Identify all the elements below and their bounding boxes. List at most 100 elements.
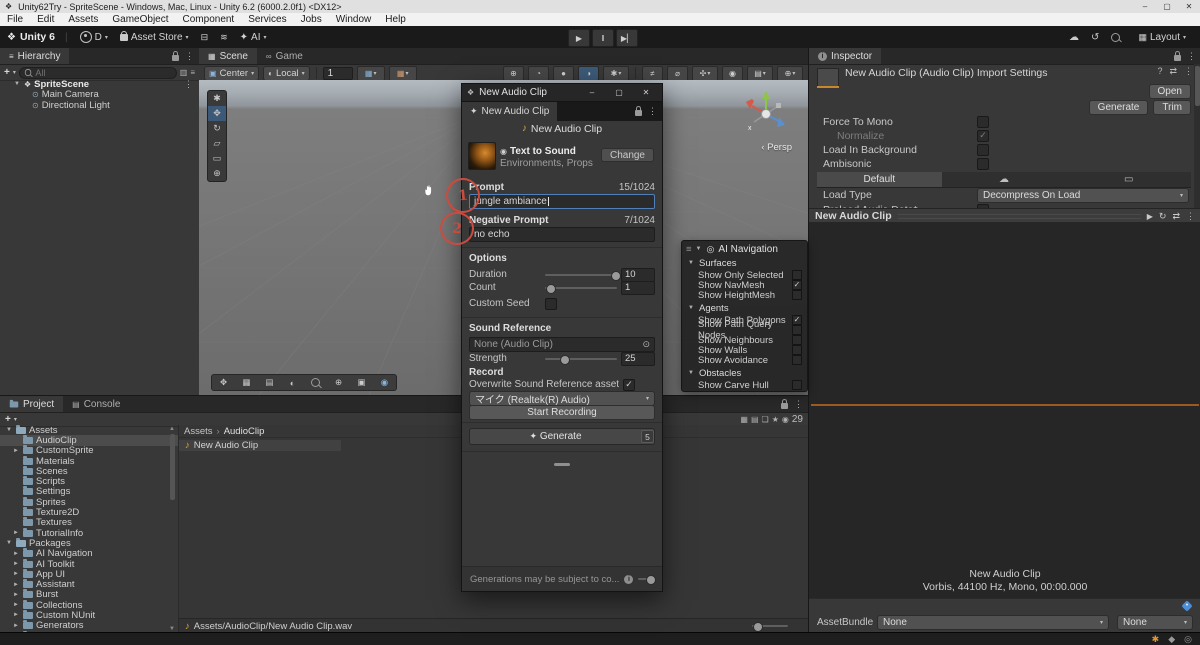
- tree-row-texture2d[interactable]: Texture2D: [0, 507, 178, 518]
- inspector-scrollbar[interactable]: [1194, 64, 1200, 208]
- minimize-button[interactable]: –: [1134, 2, 1156, 11]
- checkbox[interactable]: [792, 345, 802, 355]
- slider-knob[interactable]: [545, 283, 556, 294]
- slider-knob[interactable]: [646, 575, 656, 585]
- tree-row-customsprite[interactable]: ► CustomSprite: [0, 445, 178, 456]
- overlay-camera-icon[interactable]: ▣: [351, 376, 372, 389]
- tab-inspector[interactable]: i Inspector: [809, 48, 882, 64]
- chevron-down-icon[interactable]: ▾: [13, 69, 16, 76]
- kebab-menu-icon[interactable]: ⋮: [185, 51, 194, 62]
- tab-console[interactable]: ▤ Console: [63, 396, 129, 412]
- label-icon[interactable]: ❏: [762, 415, 769, 424]
- tree-row-tutorialinfo[interactable]: ► TutorialInfo: [0, 527, 178, 539]
- breadcrumb-current[interactable]: AudioClip: [224, 426, 265, 437]
- drag-handle[interactable]: [897, 213, 1141, 219]
- section-arrow-icon[interactable]: ▼: [688, 370, 695, 376]
- search-by-type-icon[interactable]: ▥: [180, 68, 188, 77]
- scene-effects-icon[interactable]: ✱ ▾: [603, 65, 629, 81]
- preview-play-icon[interactable]: ▶: [1147, 212, 1153, 221]
- expand-arrow-icon[interactable]: ►: [13, 612, 20, 618]
- play-button[interactable]: ▶: [568, 29, 590, 47]
- move-tool[interactable]: ✥: [208, 106, 226, 121]
- prompt-input[interactable]: jungle ambiance: [469, 194, 655, 209]
- trim-button[interactable]: Trim: [1153, 100, 1191, 115]
- step-button[interactable]: ▶▏: [616, 29, 638, 47]
- search-icon[interactable]: [1111, 32, 1121, 42]
- start-recording-button[interactable]: Start Recording: [469, 405, 655, 420]
- checkbox[interactable]: [977, 158, 989, 170]
- kebab-menu-icon[interactable]: ⋮: [1186, 211, 1195, 222]
- scale-tool[interactable]: ▱: [208, 136, 226, 151]
- expand-arrow-icon[interactable]: ►: [13, 582, 20, 588]
- close-button[interactable]: ✕: [1178, 2, 1200, 11]
- rect-tool[interactable]: ▭: [208, 151, 226, 166]
- tree-row-sprites[interactable]: Sprites: [0, 496, 178, 508]
- add-button[interactable]: +: [4, 67, 10, 78]
- close-button[interactable]: ✕: [635, 88, 657, 97]
- tree-scrollbar[interactable]: ▲ ▼: [169, 425, 177, 633]
- tree-row-scenes[interactable]: Scenes: [0, 465, 178, 477]
- lock-icon[interactable]: [1174, 50, 1181, 61]
- expand-arrow-icon[interactable]: ►: [13, 448, 20, 454]
- negative-prompt-input[interactable]: no echo: [469, 227, 655, 242]
- overlay-zoom-icon[interactable]: [305, 376, 326, 389]
- count-slider[interactable]: [545, 283, 617, 294]
- change-model-button[interactable]: Change: [600, 148, 654, 162]
- console-status-icon[interactable]: ◆: [1168, 634, 1175, 645]
- menu-component[interactable]: Component: [176, 14, 242, 25]
- sound-reference-field[interactable]: None (Audio Clip) ⊙: [469, 337, 655, 352]
- expand-arrow-icon[interactable]: ►: [13, 602, 20, 608]
- hand-tool[interactable]: ✱: [208, 91, 226, 106]
- maximize-button[interactable]: ▢: [1156, 2, 1178, 11]
- scene-audio-mute-icon[interactable]: ≠: [642, 65, 663, 81]
- hierarchy-item-main-camera[interactable]: ⊙ Main Camera: [0, 89, 199, 100]
- pivot-button[interactable]: ▣ Center ▾: [204, 65, 260, 81]
- checkbox[interactable]: [792, 290, 802, 300]
- expand-arrow-icon[interactable]: ►: [13, 530, 20, 536]
- orientation-gizmo[interactable]: x: [738, 88, 794, 138]
- ainav-item[interactable]: Show Neighbours: [682, 335, 807, 346]
- lock-icon[interactable]: [172, 50, 179, 61]
- expand-arrow-icon[interactable]: ▼: [6, 427, 13, 433]
- ainav-item[interactable]: Show HeightMesh: [682, 290, 807, 301]
- scroll-thumb[interactable]: [170, 434, 175, 500]
- footer-slider[interactable]: [638, 575, 656, 585]
- info-icon[interactable]: i: [624, 574, 634, 584]
- tree-row-collections[interactable]: ► Collections: [0, 599, 178, 611]
- asset-item-new-audio-clip[interactable]: ♪ New Audio Clip: [179, 440, 341, 451]
- scene-visibility-icon[interactable]: ⌀: [667, 65, 688, 81]
- filter-icon[interactable]: ≡: [190, 68, 195, 77]
- tree-row-scripts[interactable]: Scripts: [0, 476, 178, 487]
- tree-row-custom-nunit[interactable]: ► Custom NUnit: [0, 609, 178, 621]
- ai-button[interactable]: ✦ AI ▾: [234, 29, 273, 45]
- slider-knob[interactable]: [611, 270, 622, 281]
- expand-arrow-icon[interactable]: ►: [13, 592, 20, 598]
- hierarchy-search[interactable]: [18, 66, 177, 79]
- tag-icon[interactable]: [1181, 600, 1193, 612]
- overwrite-checkbox[interactable]: ✓: [623, 378, 636, 391]
- checkbox[interactable]: [792, 380, 802, 390]
- menu-services[interactable]: Services: [241, 14, 293, 25]
- history-icon[interactable]: ↺: [1091, 32, 1099, 43]
- checkbox[interactable]: [977, 144, 989, 156]
- scene-camera-icon[interactable]: ⊕: [503, 65, 524, 81]
- expand-arrow-icon[interactable]: ▼: [6, 540, 13, 546]
- tab-game[interactable]: ∞ Game: [257, 48, 312, 64]
- os-titlebar[interactable]: ❖ Unity62Try - SpriteScene - Windows, Ma…: [0, 0, 1200, 14]
- grid-size-field[interactable]: 1: [322, 66, 353, 80]
- scene-component-icon[interactable]: ▤ ▾: [747, 65, 773, 81]
- tab-desktop[interactable]: ▭: [1066, 172, 1191, 187]
- tab-hierarchy[interactable]: ≡ Hierarchy: [0, 48, 70, 64]
- object-picker-icon[interactable]: ⊙: [642, 339, 650, 350]
- menu-gameobject[interactable]: GameObject: [105, 14, 175, 25]
- ainav-item[interactable]: Show NavMesh ✓: [682, 280, 807, 291]
- asset-bundle-dropdown[interactable]: None ▾: [877, 614, 1109, 630]
- expand-arrow-icon[interactable]: ►: [13, 561, 20, 567]
- help-icon[interactable]: ?: [1157, 66, 1162, 77]
- strength-value[interactable]: 25: [621, 351, 655, 366]
- scene-eye-icon[interactable]: ◉: [722, 65, 743, 81]
- load-type-dropdown[interactable]: Decompress On Load ▾: [977, 187, 1189, 203]
- overlay-move-icon[interactable]: ✥: [213, 376, 234, 389]
- ainav-item[interactable]: Show Path Query Nodes: [682, 319, 807, 341]
- tree-row-ai-navigation[interactable]: ► AI Navigation: [0, 548, 178, 559]
